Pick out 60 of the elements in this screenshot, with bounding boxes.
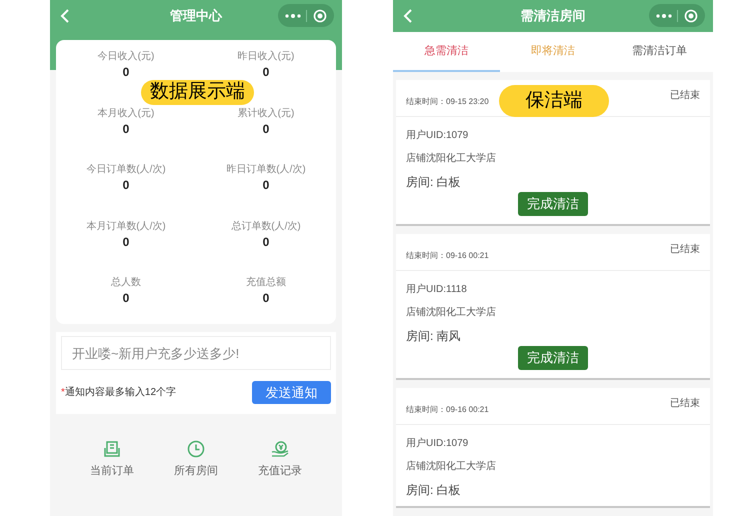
stat-value: 0 [122, 234, 130, 250]
window-title: 需清洁房间 [520, 7, 586, 26]
stat-value: 0 [122, 120, 130, 136]
stat-value: 0 [122, 177, 130, 193]
end-time: 结束时间：09-16 00:21 [406, 404, 489, 416]
order-status: 已结束 [670, 242, 700, 257]
finish-cleaning-button[interactable]: 完成清洁 [518, 346, 588, 370]
order-status: 已结束 [670, 396, 700, 411]
room-name: 房间: 白板 [406, 482, 462, 498]
coin-hand-icon [271, 440, 289, 458]
notice-hint: *通知内容最多输入12个字 [61, 386, 176, 400]
stat-value: 0 [122, 290, 130, 306]
end-time: 结束时间：09-16 00:21 [406, 250, 489, 262]
notice-field[interactable]: 开业喽~新用户充多少送多少! [61, 336, 331, 370]
clock-icon [187, 440, 205, 458]
more-icon[interactable] [656, 14, 672, 18]
stat-label: 本月订单数(人/次) [86, 220, 166, 234]
store-name: 店铺沈阳化工大学店 [406, 460, 497, 474]
room-name: 房间: 南风 [406, 328, 462, 344]
more-icon[interactable] [284, 14, 301, 18]
nav-item[interactable]: 所有房间 [174, 440, 218, 480]
user-uid: 用户UID:1079 [406, 437, 470, 451]
stat-label: 本月收入(元) [98, 106, 154, 120]
stat-value: 0 [262, 120, 270, 136]
stat-label: 昨日订单数(人/次) [226, 163, 306, 177]
room-name: 房间: 白板 [406, 174, 462, 190]
store-name: 店铺沈阳化工大学店 [406, 152, 497, 166]
capsule-menu[interactable] [278, 4, 334, 27]
send-notice-button[interactable]: 发送通知 [252, 381, 331, 404]
stat-label: 昨日收入(元) [238, 50, 294, 64]
target-icon[interactable] [313, 8, 328, 22]
stat-value: 0 [262, 290, 270, 306]
nav-item[interactable]: 充值记录 [258, 440, 302, 480]
end-time: 结束时间：09-15 23:20 [406, 96, 489, 108]
stat-label: 总人数 [111, 276, 141, 290]
stat-value: 0 [122, 64, 130, 80]
window-title: 管理中心 [170, 7, 222, 26]
stat-label: 总订单数(人/次) [231, 220, 301, 234]
capsule-menu[interactable] [649, 4, 705, 27]
finish-cleaning-button[interactable]: 完成清洁 [518, 192, 588, 216]
annotation-label: 数据展示端 [141, 80, 254, 105]
stat-label: 充值总额 [246, 276, 286, 290]
stat-label: 累计收入(元) [238, 106, 294, 120]
stat-value: 0 [262, 177, 270, 193]
back-icon[interactable] [403, 8, 413, 24]
tab[interactable]: 急需清洁 [393, 32, 500, 72]
store-name: 店铺沈阳化工大学店 [406, 306, 497, 320]
user-uid: 用户UID:1079 [406, 129, 470, 143]
stat-value: 0 [262, 64, 270, 80]
ledger-icon [103, 440, 121, 458]
stat-label: 今日订单数(人/次) [86, 163, 166, 177]
tab[interactable]: 需清洁订单 [606, 32, 713, 72]
stat-label: 今日收入(元) [98, 50, 154, 64]
user-uid: 用户UID:1118 [406, 283, 468, 297]
nav-item[interactable]: 当前订单 [90, 440, 134, 480]
back-icon[interactable] [60, 8, 70, 24]
order-status: 已结束 [670, 88, 700, 103]
target-icon[interactable] [684, 8, 698, 22]
annotation-label: 保洁端 [499, 85, 609, 117]
stat-value: 0 [262, 234, 270, 250]
